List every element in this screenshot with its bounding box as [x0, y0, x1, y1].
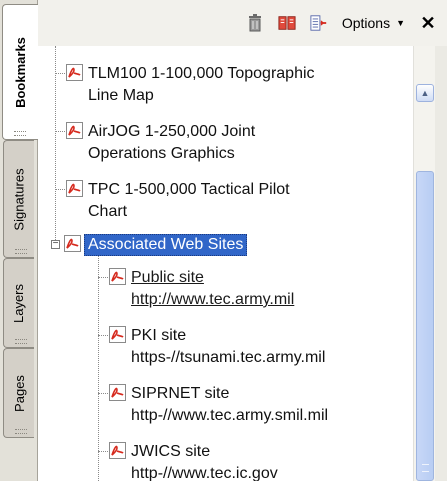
pdf-bookmark-icon	[109, 384, 126, 401]
bookmark-title: TLM100 1-100,000 Topographic	[88, 65, 315, 82]
pdf-bookmark-icon	[109, 442, 126, 459]
bookmark-group[interactable]: Associated Web Sites	[64, 234, 248, 256]
pdf-bookmark-icon	[66, 122, 83, 139]
bookmarks-tree: TLM100 1-100,000 Topographic Line Map Ai…	[38, 46, 413, 481]
pdf-bookmark-icon	[64, 235, 81, 252]
pdf-bookmark-icon	[66, 180, 83, 197]
vertical-scrollbar[interactable]: ▲	[413, 46, 436, 481]
bookmark-title-cont: Operations Graphics	[88, 145, 235, 162]
tab-signatures-label: Signatures	[11, 167, 27, 231]
panel-tab-strip: Bookmarks Signatures Layers Pages	[0, 0, 38, 481]
tab-grip	[14, 131, 26, 136]
site-url: http-//www.tec.army.smil.mil	[131, 407, 329, 424]
bookmark-item[interactable]: TPC 1-500,000 Tactical Pilot Chart	[66, 179, 290, 223]
site-name: SIPRNET site	[131, 385, 230, 402]
chevron-down-icon: ▼	[396, 18, 405, 28]
tab-pages-label: Pages	[11, 374, 27, 412]
bookmark-item[interactable]: AirJOG 1-250,000 Joint Operations Graphi…	[66, 121, 255, 165]
close-button[interactable]: ✕	[419, 13, 437, 34]
bookmark-item[interactable]: PKI site https-//tsunami.tec.army.mil	[109, 325, 325, 369]
bookmark-title-cont: Chart	[88, 203, 128, 220]
bookmark-title: AirJOG 1-250,000 Joint	[88, 123, 256, 140]
pdf-bookmark-icon	[109, 268, 126, 285]
tree-connector	[55, 73, 65, 74]
site-name: Public site	[131, 269, 204, 286]
bookmarks-toolbar: Options ▼ ✕	[38, 0, 447, 46]
panel-edge	[435, 46, 447, 481]
bookmark-item[interactable]: SIPRNET site http-//www.tec.army.smil.mi…	[109, 383, 328, 427]
site-name: JWICS site	[131, 443, 211, 460]
bookmark-title-cont: Line Map	[88, 87, 154, 104]
site-url: http://www.tec.army.mil	[131, 291, 295, 308]
tab-layers-label: Layers	[11, 283, 27, 323]
bookmark-item[interactable]: Public site http://www.tec.army.mil	[109, 267, 294, 311]
tab-pages[interactable]: Pages	[3, 348, 34, 438]
tree-connector	[98, 253, 99, 481]
site-url: http-//www.tec.ic.gov	[131, 465, 278, 481]
tree-connector	[55, 131, 65, 132]
scroll-up-button[interactable]: ▲	[416, 84, 434, 102]
bookmark-arrow-icon[interactable]	[310, 14, 328, 32]
tree-connector	[98, 335, 108, 336]
tree-connector	[98, 451, 108, 452]
bookmark-title: TPC 1-500,000 Tactical Pilot	[88, 181, 290, 198]
trash-icon[interactable]	[246, 14, 264, 32]
tree-connector	[55, 189, 65, 190]
tree-connector	[55, 46, 56, 244]
bookmark-group-label: Associated Web Sites	[84, 234, 248, 256]
tab-bookmarks[interactable]: Bookmarks	[2, 4, 38, 140]
site-name: PKI site	[131, 327, 187, 344]
tree-connector	[98, 393, 108, 394]
bookmark-item[interactable]: JWICS site http-//www.tec.ic.gov	[109, 441, 278, 481]
tab-bookmarks-label: Bookmarks	[13, 36, 28, 108]
tab-grip	[15, 429, 27, 434]
options-menu-button[interactable]: Options ▼	[342, 15, 405, 31]
tree-connector	[98, 277, 108, 278]
pdf-bookmark-icon	[109, 326, 126, 343]
scroll-thumb[interactable]	[416, 171, 434, 481]
tab-signatures[interactable]: Signatures	[3, 140, 34, 258]
collapse-toggle[interactable]: −	[51, 239, 60, 249]
tab-grip	[15, 249, 27, 254]
bookmark-item[interactable]: TLM100 1-100,000 Topographic Line Map	[66, 63, 315, 107]
scroll-grip-icon	[422, 464, 429, 472]
pdf-bookmark-icon	[66, 64, 83, 81]
book-icon[interactable]	[278, 14, 296, 32]
options-label: Options	[341, 15, 391, 31]
tab-layers[interactable]: Layers	[3, 258, 34, 348]
tab-grip	[15, 339, 27, 344]
site-url: https-//tsunami.tec.army.mil	[131, 349, 326, 366]
